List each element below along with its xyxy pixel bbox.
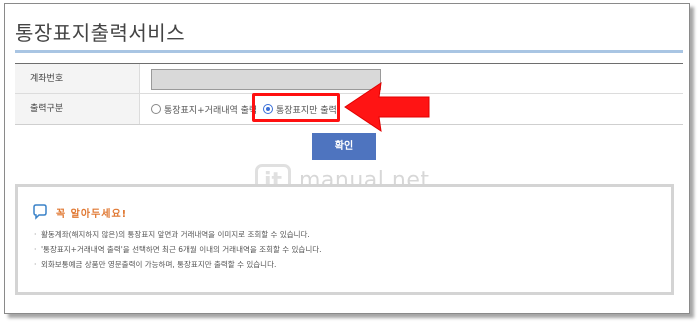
confirm-button[interactable]: 확인: [312, 133, 376, 160]
notice-list: 활동계좌(해지하지 않은)의 통장표지 앞면과 거래내역을 이미지로 조회할 수…: [34, 227, 322, 272]
red-arrow-icon: [344, 81, 430, 133]
radio-button-unchecked[interactable]: [151, 104, 161, 114]
notice-item: '통장표지+거래내역 출력'을 선택하면 최근 6개월 이내의 거래내역을 조회…: [34, 242, 322, 257]
account-label: 계좌번호: [15, 64, 140, 93]
title-divider: [15, 50, 683, 53]
page-title: 통장표지출력서비스: [15, 21, 186, 45]
radio-label-cover-and-transactions: 통장표지+거래내역 출력: [164, 106, 258, 116]
output-type-label: 출력구분: [15, 94, 140, 124]
radio-cover-and-transactions[interactable]: 통장표지+거래내역 출력: [151, 101, 258, 117]
notice-item: 활동계좌(해지하지 않은)의 통장표지 앞면과 거래내역을 이미지로 조회할 수…: [34, 227, 322, 242]
notice-title: 꼭 알아두세요!: [56, 209, 128, 220]
speech-bubble-icon: [33, 204, 47, 220]
notice-box: 꼭 알아두세요! 활동계좌(해지하지 않은)의 통장표지 앞면과 거래내역을 이…: [15, 184, 674, 295]
highlight-box: [252, 93, 340, 122]
notice-item: 외화보통예금 상품만 영문출력이 가능하며, 통장표지만 출력할 수 있습니다.: [34, 257, 322, 272]
